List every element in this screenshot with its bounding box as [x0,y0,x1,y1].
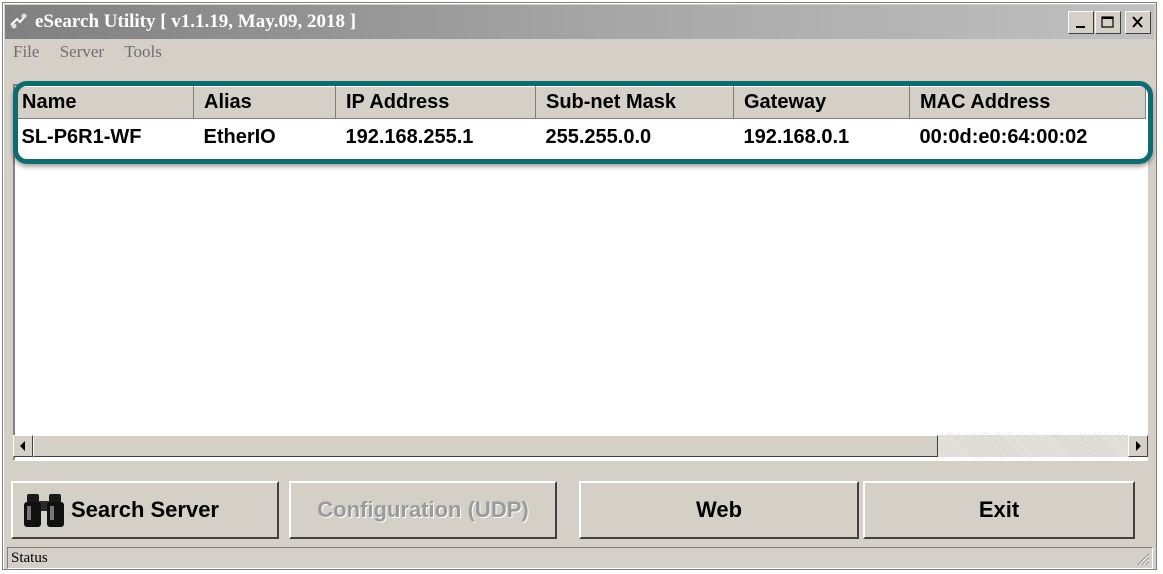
table-header-row: Name Alias IP Address Sub-net Mask Gatew… [15,86,1146,119]
resize-grip-icon[interactable] [1134,550,1150,566]
cell-alias: EtherIO [203,125,276,148]
scroll-left-button[interactable] [13,435,33,457]
table-row[interactable]: SL-P6R1-WF EtherIO 192.168.255.1 255.255… [16,119,1146,156]
scroll-right-button[interactable] [1128,435,1148,457]
menu-server[interactable]: Server [60,42,104,62]
cell-ip-address: 192.168.255.1 [345,125,474,148]
configuration-udp-button[interactable]: Configuration (UDP) [289,481,557,539]
title-bar[interactable]: eSearch Utility [ v1.1.19, May.09, 2018 … [5,5,1154,39]
column-header-ip-address[interactable]: IP Address [335,86,536,119]
binoculars-icon [24,494,64,527]
cell-mac-address: 00:0d:e0:64:00:02 [919,125,1088,148]
minimize-icon [1076,26,1085,28]
server-table: Name Alias IP Address Sub-net Mask Gatew… [15,86,1146,155]
cell-name: SL-P6R1-WF [21,125,142,148]
status-text: Status [11,550,48,566]
esearch-window: eSearch Utility [ v1.1.19, May.09, 2018 … [2,2,1157,570]
menu-bar: File Server Tools [7,42,172,66]
exit-label: Exit [978,497,1020,522]
minimize-button[interactable] [1068,11,1094,34]
close-button[interactable] [1125,11,1151,34]
maximize-icon [1101,16,1114,28]
close-icon [1132,16,1143,28]
status-bar: Status [7,547,1153,569]
column-header-alias[interactable]: Alias [193,86,336,119]
menu-tools[interactable]: Tools [124,42,162,62]
network-app-icon [10,13,27,29]
horizontal-scrollbar[interactable] [13,435,1148,457]
exit-button[interactable]: Exit [863,481,1135,539]
scroll-thumb[interactable] [33,435,938,457]
column-header-mac-address[interactable]: MAC Address [909,86,1146,119]
column-header-gateway[interactable]: Gateway [733,86,910,119]
menu-file[interactable]: File [13,42,39,62]
column-header-name[interactable]: Name [15,86,194,119]
search-server-label: Search Server [71,497,219,522]
server-list[interactable]: Name Alias IP Address Sub-net Mask Gatew… [13,84,1148,461]
cell-subnet-mask: 255.255.0.0 [545,125,652,148]
search-server-button[interactable]: Search Server [11,481,279,539]
window-title: eSearch Utility [ v1.1.19, May.09, 2018 … [35,11,357,32]
arrow-right-icon [1136,441,1141,451]
cell-gateway: 192.168.0.1 [743,125,850,148]
arrow-left-icon [20,441,25,451]
maximize-button[interactable] [1095,11,1121,34]
web-label: Web [695,497,743,522]
column-header-subnet-mask[interactable]: Sub-net Mask [535,86,734,119]
web-button[interactable]: Web [579,481,859,539]
configuration-udp-label: Configuration (UDP) [317,497,529,522]
